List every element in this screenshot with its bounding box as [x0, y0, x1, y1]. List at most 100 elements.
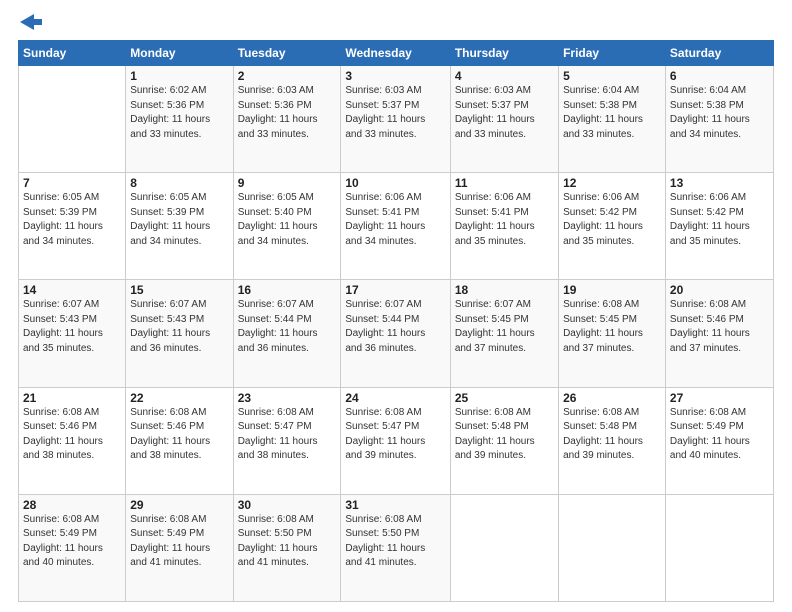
day-cell: 17Sunrise: 6:07 AMSunset: 5:44 PMDayligh…	[341, 280, 450, 387]
week-row-3: 14Sunrise: 6:07 AMSunset: 5:43 PMDayligh…	[19, 280, 774, 387]
day-info: Sunrise: 6:08 AMSunset: 5:50 PMDaylight:…	[238, 513, 337, 571]
day-number: 20	[670, 283, 769, 297]
day-cell: 12Sunrise: 6:06 AMSunset: 5:42 PMDayligh…	[559, 173, 666, 280]
day-number: 21	[23, 391, 121, 405]
col-monday: Monday	[126, 41, 233, 66]
day-cell: 4Sunrise: 6:03 AMSunset: 5:37 PMDaylight…	[450, 66, 558, 173]
day-number: 26	[563, 391, 661, 405]
day-number: 8	[130, 176, 228, 190]
day-info: Sunrise: 6:04 AMSunset: 5:38 PMDaylight:…	[670, 84, 769, 142]
day-cell	[665, 494, 773, 601]
day-info: Sunrise: 6:08 AMSunset: 5:49 PMDaylight:…	[23, 513, 121, 571]
day-cell: 1Sunrise: 6:02 AMSunset: 5:36 PMDaylight…	[126, 66, 233, 173]
day-info: Sunrise: 6:04 AMSunset: 5:38 PMDaylight:…	[563, 84, 661, 142]
day-cell: 20Sunrise: 6:08 AMSunset: 5:46 PMDayligh…	[665, 280, 773, 387]
header-row: Sunday Monday Tuesday Wednesday Thursday…	[19, 41, 774, 66]
day-info: Sunrise: 6:03 AMSunset: 5:37 PMDaylight:…	[345, 84, 445, 142]
day-info: Sunrise: 6:02 AMSunset: 5:36 PMDaylight:…	[130, 84, 228, 142]
day-cell: 24Sunrise: 6:08 AMSunset: 5:47 PMDayligh…	[341, 387, 450, 494]
col-tuesday: Tuesday	[233, 41, 341, 66]
day-number: 22	[130, 391, 228, 405]
week-row-2: 7 Sunrise: 6:05 AMSunset: 5:39 PMDaylight…	[19, 173, 774, 280]
calendar-table: Sunday Monday Tuesday Wednesday Thursday…	[18, 40, 774, 602]
day-cell: 28Sunrise: 6:08 AMSunset: 5:49 PMDayligh…	[19, 494, 126, 601]
day-info: Sunrise: 6:05 AMSunset: 5:39 PMDaylight:…	[130, 191, 228, 249]
col-sunday: Sunday	[19, 41, 126, 66]
day-cell: 30Sunrise: 6:08 AMSunset: 5:50 PMDayligh…	[233, 494, 341, 601]
day-number: 2	[238, 69, 337, 83]
day-cell: 19Sunrise: 6:08 AMSunset: 5:45 PMDayligh…	[559, 280, 666, 387]
day-info: Sunrise: 6:08 AMSunset: 5:45 PMDaylight:…	[563, 298, 661, 356]
day-number: 1	[130, 69, 228, 83]
day-cell: 14Sunrise: 6:07 AMSunset: 5:43 PMDayligh…	[19, 280, 126, 387]
day-number: 25	[455, 391, 554, 405]
day-number: 24	[345, 391, 445, 405]
col-thursday: Thursday	[450, 41, 558, 66]
day-info: Sunrise: 6:07 AMSunset: 5:43 PMDaylight:…	[130, 298, 228, 356]
logo-arrow-icon	[20, 14, 42, 30]
week-row-4: 21Sunrise: 6:08 AMSunset: 5:46 PMDayligh…	[19, 387, 774, 494]
week-row-1: 1Sunrise: 6:02 AMSunset: 5:36 PMDaylight…	[19, 66, 774, 173]
day-cell: 31Sunrise: 6:08 AMSunset: 5:50 PMDayligh…	[341, 494, 450, 601]
day-info: Sunrise: 6:08 AMSunset: 5:47 PMDaylight:…	[345, 406, 445, 464]
day-info: Sunrise: 6:08 AMSunset: 5:50 PMDaylight:…	[345, 513, 445, 571]
day-info: Sunrise: 6:08 AMSunset: 5:46 PMDaylight:…	[670, 298, 769, 356]
day-cell: 21Sunrise: 6:08 AMSunset: 5:46 PMDayligh…	[19, 387, 126, 494]
day-cell	[450, 494, 558, 601]
day-number: 14	[23, 283, 121, 297]
col-wednesday: Wednesday	[341, 41, 450, 66]
day-number: 30	[238, 498, 337, 512]
day-number: 6	[670, 69, 769, 83]
day-number: 17	[345, 283, 445, 297]
header	[18, 18, 774, 30]
day-info: Sunrise: 6:07 AMSunset: 5:44 PMDaylight:…	[238, 298, 337, 356]
day-number: 31	[345, 498, 445, 512]
day-cell: 9Sunrise: 6:05 AMSunset: 5:40 PMDaylight…	[233, 173, 341, 280]
day-cell: 3Sunrise: 6:03 AMSunset: 5:37 PMDaylight…	[341, 66, 450, 173]
day-number: 13	[670, 176, 769, 190]
day-cell: 10Sunrise: 6:06 AMSunset: 5:41 PMDayligh…	[341, 173, 450, 280]
day-number: 3	[345, 69, 445, 83]
day-cell: 26Sunrise: 6:08 AMSunset: 5:48 PMDayligh…	[559, 387, 666, 494]
day-number: 9	[238, 176, 337, 190]
day-info: Sunrise: 6:08 AMSunset: 5:46 PMDaylight:…	[130, 406, 228, 464]
day-number: 28	[23, 498, 121, 512]
day-number: 7	[23, 176, 121, 190]
day-number: 23	[238, 391, 337, 405]
page: Sunday Monday Tuesday Wednesday Thursday…	[0, 0, 792, 612]
day-cell: 8Sunrise: 6:05 AMSunset: 5:39 PMDaylight…	[126, 173, 233, 280]
day-number: 18	[455, 283, 554, 297]
day-info: Sunrise: 6:06 AMSunset: 5:41 PMDaylight:…	[345, 191, 445, 249]
day-cell: 22Sunrise: 6:08 AMSunset: 5:46 PMDayligh…	[126, 387, 233, 494]
day-number: 27	[670, 391, 769, 405]
day-info: Sunrise: 6:07 AMSunset: 5:43 PMDaylight:…	[23, 298, 121, 356]
day-cell: 6Sunrise: 6:04 AMSunset: 5:38 PMDaylight…	[665, 66, 773, 173]
day-cell: 18Sunrise: 6:07 AMSunset: 5:45 PMDayligh…	[450, 280, 558, 387]
day-number: 29	[130, 498, 228, 512]
day-cell: 23Sunrise: 6:08 AMSunset: 5:47 PMDayligh…	[233, 387, 341, 494]
calendar-header: Sunday Monday Tuesday Wednesday Thursday…	[19, 41, 774, 66]
day-info: Sunrise: 6:05 AMSunset: 5:40 PMDaylight:…	[238, 191, 337, 249]
day-info: Sunrise: 6:08 AMSunset: 5:49 PMDaylight:…	[130, 513, 228, 571]
day-number: 15	[130, 283, 228, 297]
day-cell: 2Sunrise: 6:03 AMSunset: 5:36 PMDaylight…	[233, 66, 341, 173]
day-info: Sunrise: 6:06 AMSunset: 5:41 PMDaylight:…	[455, 191, 554, 249]
day-cell	[559, 494, 666, 601]
day-number: 5	[563, 69, 661, 83]
day-cell: 27Sunrise: 6:08 AMSunset: 5:49 PMDayligh…	[665, 387, 773, 494]
day-info: Sunrise: 6:08 AMSunset: 5:47 PMDaylight:…	[238, 406, 337, 464]
day-cell: 29Sunrise: 6:08 AMSunset: 5:49 PMDayligh…	[126, 494, 233, 601]
day-cell	[19, 66, 126, 173]
day-cell: 15Sunrise: 6:07 AMSunset: 5:43 PMDayligh…	[126, 280, 233, 387]
day-info: Sunrise: 6:03 AMSunset: 5:37 PMDaylight:…	[455, 84, 554, 142]
col-friday: Friday	[559, 41, 666, 66]
day-cell: 5Sunrise: 6:04 AMSunset: 5:38 PMDaylight…	[559, 66, 666, 173]
day-info: Sunrise: 6:03 AMSunset: 5:36 PMDaylight:…	[238, 84, 337, 142]
day-number: 4	[455, 69, 554, 83]
day-number: 16	[238, 283, 337, 297]
day-number: 12	[563, 176, 661, 190]
day-info: Sunrise: 6:08 AMSunset: 5:46 PMDaylight:…	[23, 406, 121, 464]
day-info: Sunrise: 6:08 AMSunset: 5:49 PMDaylight:…	[670, 406, 769, 464]
week-row-5: 28Sunrise: 6:08 AMSunset: 5:49 PMDayligh…	[19, 494, 774, 601]
day-number: 11	[455, 176, 554, 190]
